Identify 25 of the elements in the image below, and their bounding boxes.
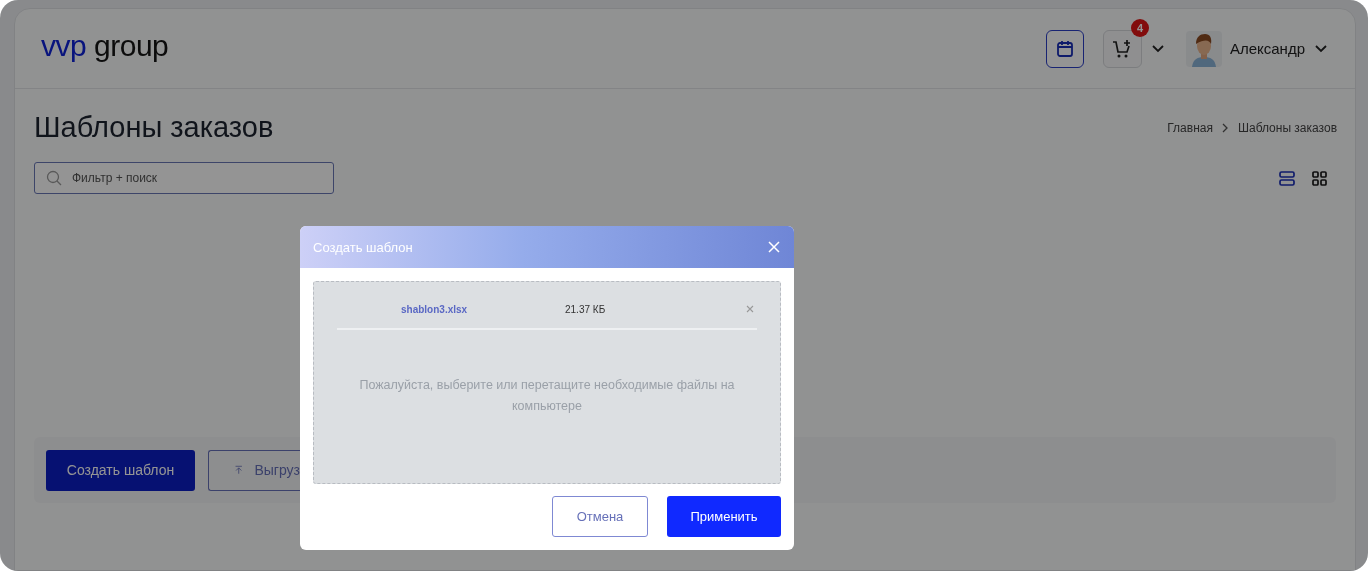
grid-view-icon[interactable] [1312,170,1328,186]
apply-button[interactable]: Применить [667,496,781,537]
cart-icon [1112,38,1133,59]
chevron-right-icon [1221,122,1229,133]
create-button[interactable]: Создать шаблон [46,449,195,491]
drop-zone[interactable]: shablon3.xlsx 21.37 КБ Пожалуйста, выберите или перетащите необходимые файлы на компьютере [313,281,781,484]
calendar-button[interactable] [1045,29,1084,68]
calendar-icon [1055,39,1074,58]
list-view-icon[interactable] [1279,170,1295,186]
file-size: 21.37 КБ [565,303,607,315]
chevron-down-icon[interactable] [1315,44,1327,53]
modal-title: Создать шаблон [313,239,413,255]
logo[interactable]: vvp group [41,28,169,63]
close-icon[interactable] [768,241,780,253]
page-title: Шаблоны заказов [34,111,274,144]
chevron-down-icon[interactable] [1151,44,1164,53]
file-name[interactable]: shablon3.xlsx [401,303,565,315]
drop-hint: Пожалуйста, выберите или перетащите необходимые файлы на компьютере [358,377,736,415]
avatar[interactable] [1185,30,1222,67]
breadcrumb-link[interactable]: Главная [1167,120,1213,135]
cancel-button[interactable]: Отмена [552,496,648,537]
breadcrumb-link[interactable]: Шаблоны заказов [1237,120,1337,135]
cart-badge: 4 [1130,18,1149,37]
user-name[interactable]: Александр [1229,40,1305,57]
search-field[interactable]: Фильтр + поиск [34,162,334,194]
